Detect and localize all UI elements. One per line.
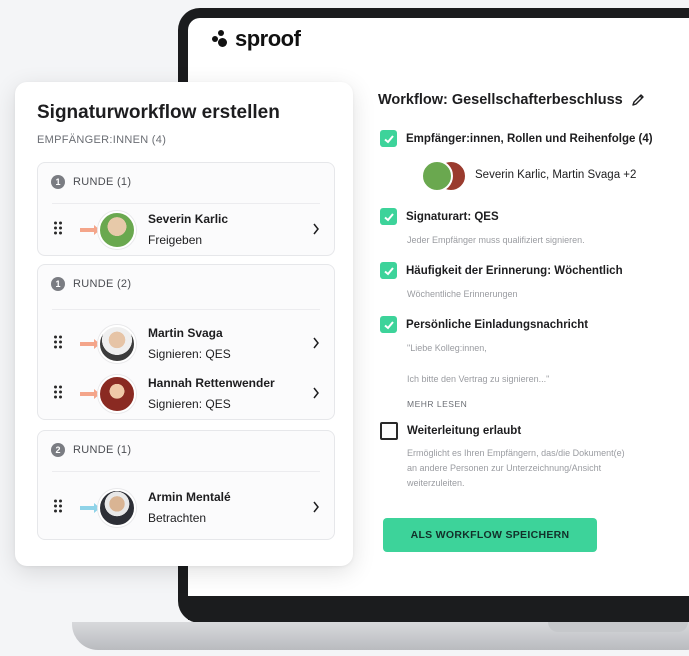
drag-handle-icon[interactable]: [53, 334, 63, 350]
logo-text: sproof: [235, 26, 301, 51]
recipient-name: Armin Mentalé: [148, 490, 231, 504]
drag-handle-icon[interactable]: [53, 220, 63, 236]
recipient-name: Severin Karlic: [148, 212, 229, 226]
save-workflow-button[interactable]: ALS WORKFLOW SPEICHERN: [383, 518, 597, 552]
recipient-row[interactable]: Hannah Rettenwender Signieren: QES: [38, 371, 334, 417]
forwarding-desc: Ermöglicht es Ihren Empfängern, das/die …: [407, 448, 625, 488]
signature-type-checkbox[interactable]: [380, 208, 397, 225]
invitation-checkbox[interactable]: [380, 316, 397, 333]
divider: [52, 471, 320, 472]
recipients-header: EMPFÄNGER:INNEN (4): [37, 134, 167, 146]
reminder-desc: Wöchentliche Erinnerungen: [407, 289, 518, 299]
recipients-label: Empfänger:innen, Rollen und Reihenfolge …: [406, 132, 653, 145]
recipient-role: Freigeben: [148, 233, 203, 247]
round-label: RUNDE (2): [73, 278, 132, 290]
forwarding-label: Weiterleitung erlaubt: [407, 425, 522, 437]
card-title: Signaturworkflow erstellen: [37, 102, 280, 123]
option-signature-type: Signaturart: QES Jeder Empfänger muss qu…: [380, 208, 680, 248]
round-group: 1 RUNDE (1) Severin Karlic Freigeben: [37, 162, 335, 256]
laptop-bezel: [188, 596, 689, 620]
signature-type-label: Signaturart: QES: [406, 210, 499, 223]
check-icon: [383, 134, 394, 143]
recipient-role: Betrachten: [148, 511, 207, 525]
recipient-name: Martin Svaga: [148, 326, 223, 340]
drag-handle-icon[interactable]: [53, 384, 63, 400]
pencil-icon[interactable]: [631, 93, 645, 107]
signature-type-desc: Jeder Empfänger muss qualifiziert signie…: [407, 235, 585, 245]
workflow-title: Workflow: Gesellschafterbeschluss: [378, 92, 645, 108]
round-group: 1 RUNDE (2) Martin Svaga Signieren: QES: [37, 264, 335, 420]
reminder-label: Häufigkeit der Erinnerung: Wöchentlich: [406, 264, 623, 277]
recipient-name: Hannah Rettenwender: [148, 376, 275, 390]
avatar: [98, 375, 136, 413]
chevron-right-icon[interactable]: [312, 501, 320, 513]
recipient-avatars: [421, 160, 467, 192]
option-reminder: Häufigkeit der Erinnerung: Wöchentlich W…: [380, 262, 680, 302]
option-invitation: Persönliche Einladungsnachricht "Liebe K…: [380, 316, 680, 409]
recipients-summary-text: Severin Karlic, Martin Svaga +2: [475, 169, 637, 181]
recipient-role: Signieren: QES: [148, 347, 231, 361]
recipient-role: Signieren: QES: [148, 397, 231, 411]
round-number-badge: 2: [51, 443, 65, 457]
read-more-link[interactable]: MEHR LESEN: [407, 399, 680, 409]
forwarding-checkbox[interactable]: [380, 422, 398, 440]
invitation-label: Persönliche Einladungsnachricht: [406, 318, 589, 331]
option-recipients: Empfänger:innen, Rollen und Reihenfolge …: [380, 130, 680, 147]
divider: [52, 309, 320, 310]
recipients-summary[interactable]: Severin Karlic, Martin Svaga +2: [421, 160, 637, 192]
chevron-right-icon[interactable]: [312, 387, 320, 399]
round-label: RUNDE (1): [73, 444, 132, 456]
check-icon: [383, 320, 394, 329]
round-label: RUNDE (1): [73, 176, 132, 188]
chevron-right-icon[interactable]: [312, 223, 320, 235]
avatar: [421, 160, 453, 192]
recipient-row[interactable]: Martin Svaga Signieren: QES: [38, 321, 334, 367]
invitation-desc-line2: Ich bitte den Vertrag zu signieren...": [407, 374, 550, 384]
laptop-notch: [548, 622, 688, 632]
invitation-desc-line1: "Liebe Kolleg:innen,: [407, 343, 487, 353]
round-number-badge: 1: [51, 277, 65, 291]
round-number-badge: 1: [51, 175, 65, 189]
check-icon: [383, 212, 394, 221]
recipients-checkbox[interactable]: [380, 130, 397, 147]
check-icon: [383, 266, 394, 275]
chevron-right-icon[interactable]: [312, 337, 320, 349]
drag-handle-icon[interactable]: [53, 498, 63, 514]
avatar: [98, 211, 136, 249]
create-workflow-card: Signaturworkflow erstellen EMPFÄNGER:INN…: [15, 82, 353, 566]
avatar: [98, 325, 136, 363]
reminder-checkbox[interactable]: [380, 262, 397, 279]
option-forwarding: Weiterleitung erlaubt Ermöglicht es Ihre…: [380, 422, 680, 491]
recipient-row[interactable]: Severin Karlic Freigeben: [38, 207, 334, 253]
round-group: 2 RUNDE (1) Armin Mentalé Betrachten: [37, 430, 335, 540]
sproof-logo: sproof: [212, 26, 301, 52]
avatar: [98, 489, 136, 527]
logo-icon: [212, 30, 230, 48]
workflow-title-text: Workflow: Gesellschafterbeschluss: [378, 92, 623, 108]
divider: [52, 203, 320, 204]
recipient-row[interactable]: Armin Mentalé Betrachten: [38, 485, 334, 531]
